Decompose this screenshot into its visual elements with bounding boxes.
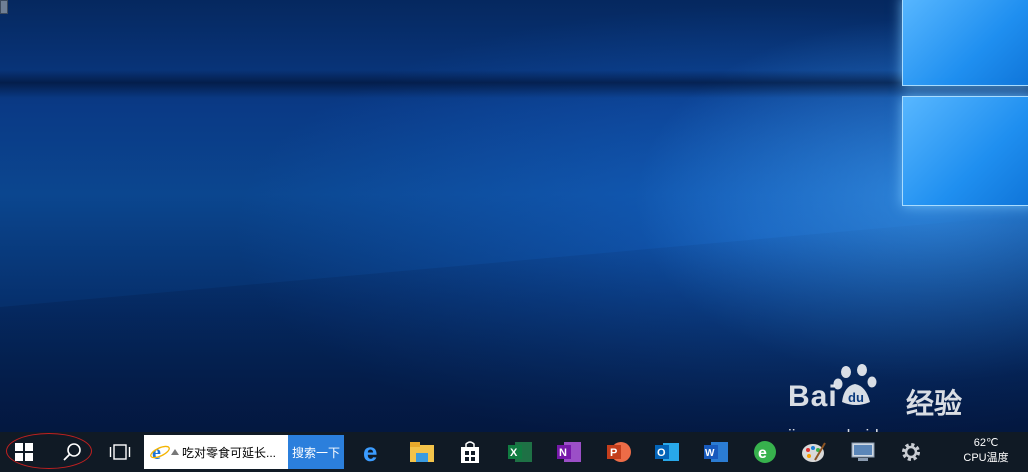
word-icon[interactable]: W <box>703 440 729 464</box>
wallpaper-windows-logo <box>902 0 1028 230</box>
watermark-jingyan: 经验 <box>906 388 963 419</box>
wallpaper-light-beam <box>0 70 1028 98</box>
desktop-corner-widget <box>0 0 8 14</box>
baidu-watermark: Bai du 经验 <box>788 360 998 430</box>
edge-icon[interactable]: e <box>361 440 387 464</box>
baidu-paw-icon: du <box>833 364 877 405</box>
desktop-wallpaper: Bai du 经验 <box>0 0 1028 432</box>
search-icon <box>63 443 81 461</box>
start-button[interactable] <box>8 432 40 472</box>
store-icon[interactable] <box>457 440 483 464</box>
settings-icon[interactable] <box>898 440 924 464</box>
excel-icon[interactable]: X <box>507 440 533 464</box>
dropdown-arrow-icon[interactable] <box>171 449 179 455</box>
onenote-icon[interactable]: N <box>556 440 582 464</box>
temperature-value: 62℃ <box>973 437 999 449</box>
search-text[interactable]: 吃对零食可延长... <box>182 444 276 461</box>
svg-text:X: X <box>510 447 518 459</box>
search-submit-button[interactable]: 搜索一下 <box>288 435 344 469</box>
paint-icon[interactable] <box>801 440 827 464</box>
powerpoint-icon[interactable]: P <box>606 440 632 464</box>
svg-text:e: e <box>758 445 767 462</box>
outlook-icon[interactable]: O <box>654 440 680 464</box>
svg-text:O: O <box>657 447 666 459</box>
temperature-label: CPU温度 <box>963 452 1009 464</box>
green-e-icon[interactable]: e <box>752 440 778 464</box>
logo-pane-bottom <box>902 96 1028 206</box>
task-view-button[interactable] <box>104 432 136 472</box>
watermark-bai: Bai <box>788 380 838 413</box>
svg-text:e: e <box>363 440 377 464</box>
logo-pane-top <box>902 0 1028 86</box>
svg-text:N: N <box>559 447 567 459</box>
task-view-icon <box>109 444 131 460</box>
windows-start-icon <box>15 443 33 461</box>
search-button[interactable] <box>56 432 88 472</box>
monitor-icon[interactable] <box>850 440 876 464</box>
file-explorer-icon[interactable] <box>409 440 435 464</box>
cpu-temperature[interactable]: 62℃ CPU温度 <box>956 436 1016 466</box>
svg-text:W: W <box>705 448 715 459</box>
ie-icon: e <box>150 442 170 462</box>
svg-text:P: P <box>610 447 617 459</box>
watermark-du: du <box>848 390 864 405</box>
